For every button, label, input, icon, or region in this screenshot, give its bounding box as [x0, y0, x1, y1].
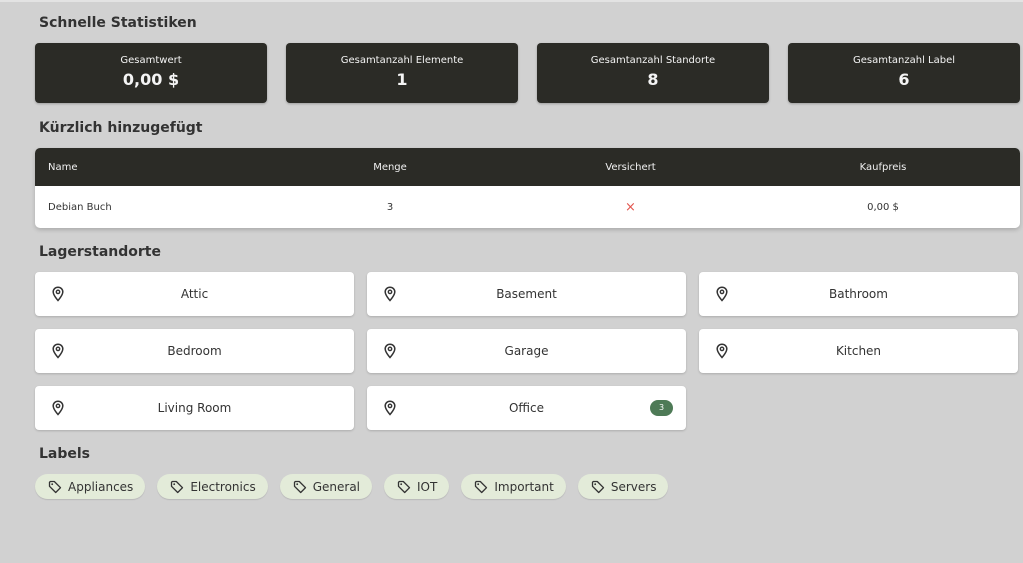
map-pin-icon — [384, 286, 396, 302]
stat-value: 1 — [396, 70, 408, 89]
location-card-bathroom[interactable]: Bathroom — [699, 272, 1018, 316]
column-header-insured[interactable]: Versichert — [515, 162, 746, 173]
column-header-price[interactable]: Kaufpreis — [746, 162, 1020, 173]
stat-card-total-items: Gesamtanzahl Elemente 1 — [286, 43, 518, 103]
location-card-bedroom[interactable]: Bedroom — [35, 329, 354, 373]
item-price-cell: 0,00 $ — [867, 201, 899, 213]
tag-icon — [48, 480, 62, 493]
stat-label: Gesamtanzahl Label — [852, 55, 956, 66]
table-row[interactable]: Debian Buch 3 × 0,00 $ — [35, 186, 1020, 228]
item-insured-cell: × — [515, 200, 746, 215]
stats-section-title: Schnelle Statistiken — [39, 15, 197, 31]
stat-label: Gesamtanzahl Standorte — [590, 55, 716, 66]
label-chip-general[interactable]: General — [279, 474, 373, 499]
stat-value: 8 — [647, 70, 659, 89]
map-pin-icon — [52, 400, 64, 416]
item-name-cell: Debian Buch — [48, 201, 112, 213]
locations-grid: Attic Basement Bathroom Bedroom Garage K… — [35, 272, 1020, 430]
location-card-living-room[interactable]: Living Room — [35, 386, 354, 430]
location-name: Attic — [180, 287, 209, 301]
label-text: Important — [494, 479, 554, 494]
map-pin-icon — [384, 343, 396, 359]
label-text: General — [312, 479, 361, 494]
stat-value: 6 — [898, 70, 910, 89]
tag-icon — [293, 480, 306, 493]
recent-section-title: Kürzlich hinzugefügt — [39, 120, 203, 136]
tag-icon — [591, 480, 604, 493]
tag-icon — [397, 480, 411, 493]
column-header-quantity[interactable]: Menge — [265, 162, 515, 173]
stat-card-total-labels: Gesamtanzahl Label 6 — [788, 43, 1020, 103]
location-card-garage[interactable]: Garage — [367, 329, 686, 373]
close-icon: × — [625, 199, 636, 215]
location-card-office[interactable]: Office 3 — [367, 386, 686, 430]
label-chip-important[interactable]: Important — [461, 474, 566, 499]
map-pin-icon — [716, 286, 728, 302]
map-pin-icon — [384, 400, 396, 416]
stat-card-total-value: Gesamtwert 0,00 $ — [35, 43, 267, 103]
stat-label: Gesamtanzahl Elemente — [340, 55, 464, 66]
dashboard-page: Schnelle Statistiken Gesamtwert 0,00 $ G… — [0, 0, 1023, 563]
item-quantity-cell: 3 — [386, 201, 394, 213]
labels-section-title: Labels — [39, 446, 91, 462]
label-chip-appliances[interactable]: Appliances — [35, 474, 146, 499]
location-card-attic[interactable]: Attic — [35, 272, 354, 316]
labels-list: Appliances Electronics General IOT Impor… — [35, 474, 669, 499]
location-name: Garage — [504, 344, 549, 358]
location-card-basement[interactable]: Basement — [367, 272, 686, 316]
item-count-badge: 3 — [650, 400, 673, 416]
recent-items-table: Name Menge Versichert Kaufpreis Debian B… — [35, 148, 1020, 228]
location-name: Bedroom — [167, 344, 222, 358]
label-chip-iot[interactable]: IOT — [384, 474, 450, 499]
table-header: Name Menge Versichert Kaufpreis — [35, 148, 1020, 186]
location-name: Bathroom — [829, 287, 888, 301]
label-chip-electronics[interactable]: Electronics — [157, 474, 268, 499]
label-chip-servers[interactable]: Servers — [577, 474, 669, 499]
stat-value: 0,00 $ — [122, 70, 180, 89]
label-text: Servers — [610, 479, 657, 494]
stat-card-total-locations: Gesamtanzahl Standorte 8 — [537, 43, 769, 103]
stats-grid: Gesamtwert 0,00 $ Gesamtanzahl Elemente … — [35, 43, 1020, 103]
location-name: Kitchen — [835, 344, 882, 358]
tag-icon — [475, 480, 488, 493]
label-text: Appliances — [68, 479, 134, 494]
stat-label: Gesamtwert — [120, 55, 182, 66]
map-pin-icon — [716, 343, 728, 359]
map-pin-icon — [52, 343, 64, 359]
label-text: IOT — [417, 479, 438, 494]
location-name: Office — [508, 401, 545, 415]
column-header-name[interactable]: Name — [35, 162, 265, 173]
locations-section-title: Lagerstandorte — [39, 244, 161, 260]
location-name: Basement — [496, 287, 557, 301]
location-name: Living Room — [157, 401, 232, 415]
tag-icon — [171, 480, 184, 493]
map-pin-icon — [52, 286, 64, 302]
label-text: Electronics — [190, 479, 256, 494]
location-card-kitchen[interactable]: Kitchen — [699, 329, 1018, 373]
